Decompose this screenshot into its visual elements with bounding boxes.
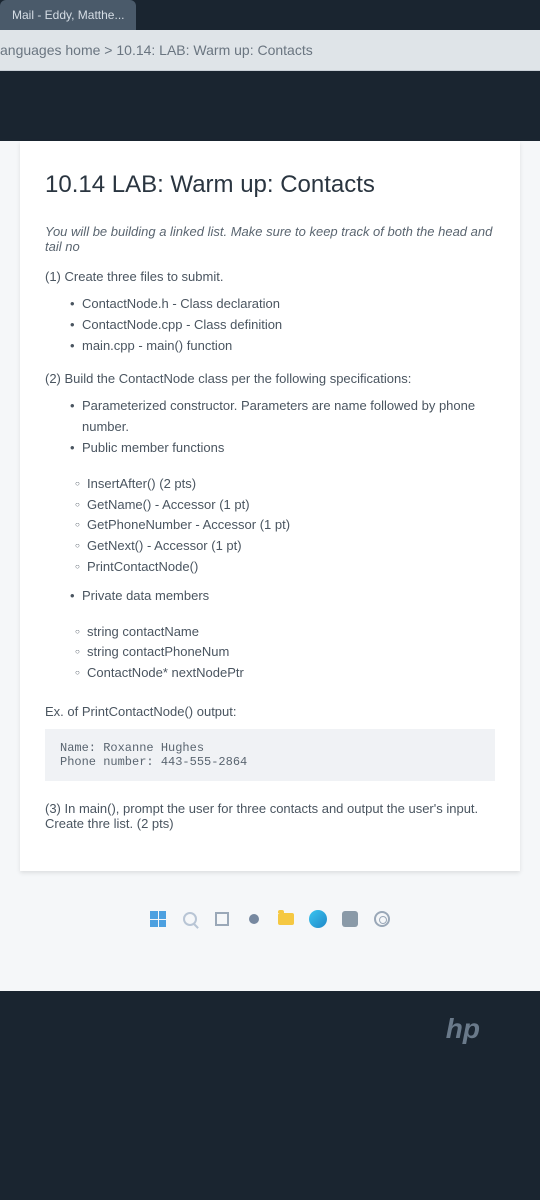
step2-sublist-a: InsertAfter() (2 pts) GetName() - Access… [75,474,495,578]
list-item: ContactNode* nextNodePtr [75,663,495,684]
hp-logo: hp [446,1013,480,1045]
list-item: Private data members [70,586,495,607]
breadcrumb[interactable]: anguages home > 10.14: LAB: Warm up: Con… [0,42,540,58]
page-header: anguages home > 10.14: LAB: Warm up: Con… [0,30,540,71]
list-item: ContactNode.cpp - Class definition [70,315,495,336]
browser-tab[interactable]: Mail - Eddy, Matthe... [0,0,136,30]
app-icon[interactable] [339,908,361,930]
app-icon[interactable] [243,908,265,930]
search-icon[interactable] [179,908,201,930]
breadcrumb-text: anguages home > 10.14: LAB: Warm up: Con… [0,42,313,58]
step2-sublist-b: string contactName string contactPhoneNu… [75,622,495,684]
lab-title: 10.14 LAB: Warm up: Contacts [45,171,495,199]
list-item: Parameterized constructor. Parameters ar… [70,396,495,438]
list-item: GetPhoneNumber - Accessor (1 pt) [75,515,495,536]
task-view-icon[interactable] [211,908,233,930]
taskbar [147,908,393,930]
edge-icon[interactable] [307,908,329,930]
step2-list: Parameterized constructor. Parameters ar… [70,396,495,458]
list-item: string contactPhoneNum [75,642,495,663]
list-item: Public member functions [70,438,495,459]
list-item: GetNext() - Accessor (1 pt) [75,536,495,557]
list-item: PrintContactNode() [75,557,495,578]
code-block: Name: Roxanne Hughes Phone number: 443-5… [45,729,495,781]
file-explorer-icon[interactable] [275,908,297,930]
list-item: main.cpp - main() function [70,336,495,357]
tab-title: Mail - Eddy, Matthe... [12,8,124,22]
windows-start-icon[interactable] [147,908,169,930]
list-item: string contactName [75,622,495,643]
list-item: ContactNode.h - Class declaration [70,294,495,315]
step1-label: (1) Create three files to submit. [45,269,495,284]
example-label: Ex. of PrintContactNode() output: [45,704,495,719]
list-item: GetName() - Accessor (1 pt) [75,495,495,516]
list-item: InsertAfter() (2 pts) [75,474,495,495]
step2-private-list: Private data members [70,586,495,607]
step2-label: (2) Build the ContactNode class per the … [45,371,495,386]
content-card: 10.14 LAB: Warm up: Contacts You will be… [20,141,520,871]
content-area: 10.14 LAB: Warm up: Contacts You will be… [0,141,540,991]
step1-list: ContactNode.h - Class declaration Contac… [70,294,495,356]
step3-label: (3) In main(), prompt the user for three… [45,801,495,831]
app-icon[interactable] [371,908,393,930]
lab-intro: You will be building a linked list. Make… [45,224,495,254]
